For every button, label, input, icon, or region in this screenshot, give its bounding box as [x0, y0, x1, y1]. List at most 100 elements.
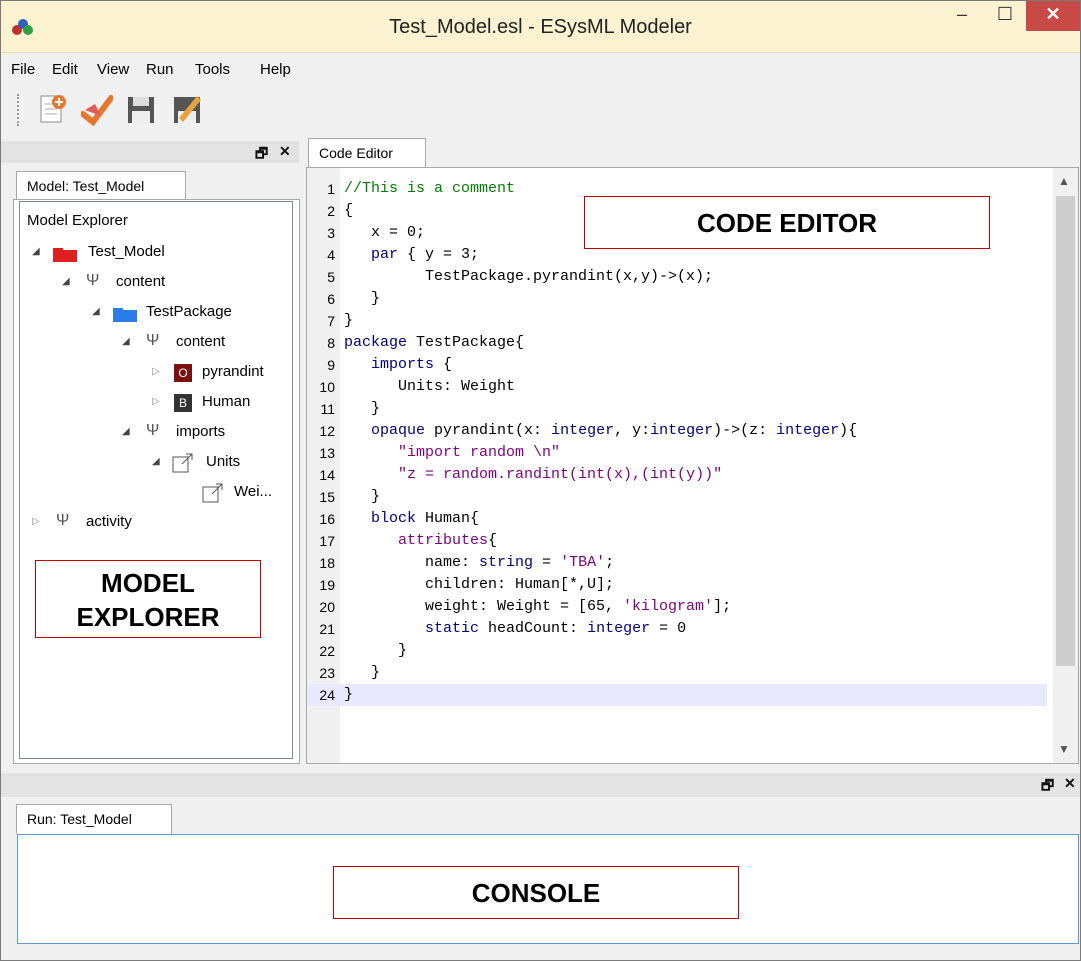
- code-token: ;: [605, 554, 615, 571]
- expanded-arrow-icon[interactable]: ◢: [122, 336, 130, 347]
- code-line[interactable]: 17 attributes{: [307, 530, 1047, 552]
- tree-item-test-model[interactable]: ◢ Test_Model: [20, 242, 290, 266]
- code-text: par { y = 3;: [344, 244, 479, 266]
- code-line[interactable]: 9 imports {: [307, 354, 1047, 376]
- menu-help[interactable]: Help: [260, 61, 291, 78]
- save-icon[interactable]: [125, 92, 157, 128]
- line-number: 12: [319, 423, 335, 439]
- code-line[interactable]: 14 "z = random.randint(int(x),(int(y))": [307, 464, 1047, 486]
- code-line[interactable]: 5 TestPackage.pyrandint(x,y)->(x);: [307, 266, 1047, 288]
- explorer-close-icon[interactable]: ✕: [279, 143, 291, 160]
- tree-label: Test_Model: [88, 243, 165, 260]
- code-line[interactable]: 22 }: [307, 640, 1047, 662]
- expanded-arrow-icon[interactable]: ◢: [122, 426, 130, 437]
- console-float-icon[interactable]: 🗗: [1041, 775, 1054, 799]
- code-text: }: [344, 486, 380, 508]
- code-line[interactable]: 24}: [307, 684, 1047, 706]
- menu-edit[interactable]: Edit: [52, 61, 78, 78]
- line-number: 9: [327, 357, 335, 373]
- code-token: }: [344, 290, 381, 307]
- string-token: "z = random.randint(int(x),(int(y))": [398, 466, 723, 483]
- code-line[interactable]: 16 block Human{: [307, 508, 1047, 530]
- code-line[interactable]: 8 package TestPackage{: [307, 332, 1047, 354]
- line-number: 11: [320, 401, 335, 417]
- maximize-button[interactable]: ☐: [984, 1, 1026, 31]
- code-line[interactable]: 10 Units: Weight: [307, 376, 1047, 398]
- line-number: 6: [327, 291, 335, 307]
- scroll-down-icon[interactable]: ▼: [1058, 742, 1070, 756]
- minimize-button[interactable]: –: [941, 1, 983, 31]
- tree-item-activity[interactable]: ▷ Ψ activity: [20, 512, 290, 536]
- menu-run[interactable]: Run: [146, 61, 174, 78]
- expanded-arrow-icon[interactable]: ◢: [92, 306, 100, 317]
- line-number: 3: [327, 225, 335, 241]
- code-line[interactable]: 23 }: [307, 662, 1047, 684]
- console-close-icon[interactable]: ✕: [1064, 775, 1076, 792]
- title-bar[interactable]: Test_Model.esl - ESysML Modeler – ☐ ✕: [1, 1, 1080, 53]
- close-button[interactable]: ✕: [1026, 1, 1080, 31]
- scroll-up-icon[interactable]: ▲: [1058, 174, 1070, 188]
- link-out-icon: [172, 453, 193, 473]
- collapsed-arrow-icon[interactable]: ▷: [152, 366, 160, 377]
- code-line[interactable]: 13 "import random \n": [307, 442, 1047, 464]
- line-number: 17: [319, 533, 335, 549]
- code-line[interactable]: 15 }: [307, 486, 1047, 508]
- tab-run-test-model[interactable]: Run: Test_Model: [16, 804, 172, 834]
- line-number: 19: [319, 577, 335, 593]
- tree-item-content[interactable]: ◢ Ψ content: [20, 272, 290, 296]
- string-token: 'kilogram': [623, 598, 714, 615]
- model-explorer: Model Explorer ◢ Test_Model ◢ Ψ content …: [19, 201, 293, 759]
- expanded-arrow-icon[interactable]: ◢: [32, 246, 40, 257]
- keyword-token: par: [371, 246, 399, 263]
- expanded-arrow-icon[interactable]: ◢: [62, 276, 70, 287]
- code-token: children: Human[*,U];: [344, 576, 615, 593]
- tree-item-pyrandint[interactable]: ▷ O pyrandint: [20, 362, 290, 386]
- keyword-token: imports: [371, 356, 435, 373]
- menu-tools[interactable]: Tools: [195, 61, 230, 78]
- scrollbar-thumb[interactable]: [1056, 196, 1075, 666]
- code-text: imports {: [344, 354, 452, 376]
- code-line[interactable]: 21 static headCount: integer = 0: [307, 618, 1047, 640]
- code-text: }: [344, 640, 407, 662]
- tree-item-imports[interactable]: ◢ Ψ imports: [20, 422, 290, 446]
- tree-item-units[interactable]: ◢ Units: [20, 452, 290, 476]
- tree-item-weight[interactable]: Wei...: [20, 482, 290, 506]
- code-line[interactable]: 19 children: Human[*,U];: [307, 574, 1047, 596]
- code-text: "import random \n": [344, 442, 560, 464]
- code-line[interactable]: 7}: [307, 310, 1047, 332]
- code-line[interactable]: 6 }: [307, 288, 1047, 310]
- line-number: 8: [327, 335, 335, 351]
- vertical-scrollbar[interactable]: ▲ ▼: [1053, 168, 1078, 763]
- code-line[interactable]: 18 name: string = 'TBA';: [307, 552, 1047, 574]
- explorer-float-icon[interactable]: 🗗: [255, 143, 268, 167]
- collapsed-arrow-icon[interactable]: ▷: [152, 396, 160, 407]
- edit-save-icon[interactable]: [171, 92, 203, 128]
- tree-item-human[interactable]: ▷ B Human: [20, 392, 290, 416]
- string-token: 'TBA': [560, 554, 606, 571]
- line-number: 7: [327, 313, 335, 329]
- code-token: }: [344, 686, 354, 703]
- expanded-arrow-icon[interactable]: ◢: [152, 456, 160, 467]
- collapsed-arrow-icon[interactable]: ▷: [32, 516, 40, 527]
- code-token: {: [434, 356, 453, 373]
- toolbar-grip[interactable]: [17, 94, 21, 126]
- new-file-icon[interactable]: [37, 92, 69, 128]
- code-line[interactable]: 11 }: [307, 398, 1047, 420]
- tab-code-editor[interactable]: Code Editor: [308, 138, 426, 168]
- line-number: 16: [319, 511, 335, 527]
- tree-item-testpackage[interactable]: ◢ TestPackage: [20, 302, 290, 326]
- code-text: TestPackage.pyrandint(x,y)->(x);: [344, 266, 713, 288]
- code-text: attributes{: [344, 530, 497, 552]
- code-token: weight: Weight = [65,: [344, 598, 624, 615]
- check-model-icon[interactable]: [81, 92, 113, 128]
- tree-item-content[interactable]: ◢ Ψ content: [20, 332, 290, 356]
- tab-model-test-model[interactable]: Model: Test_Model: [16, 171, 186, 201]
- code-line[interactable]: 12 opaque pyrandint(x: integer, y:intege…: [307, 420, 1047, 442]
- code-editor[interactable]: 1 //This is a comment 2 {3 x = 0; 4 par { y …: [306, 167, 1079, 764]
- menu-view[interactable]: View: [97, 61, 129, 78]
- code-line[interactable]: 20 weight: Weight = [65, 'kilogram'];: [307, 596, 1047, 618]
- menu-file[interactable]: File: [11, 61, 35, 78]
